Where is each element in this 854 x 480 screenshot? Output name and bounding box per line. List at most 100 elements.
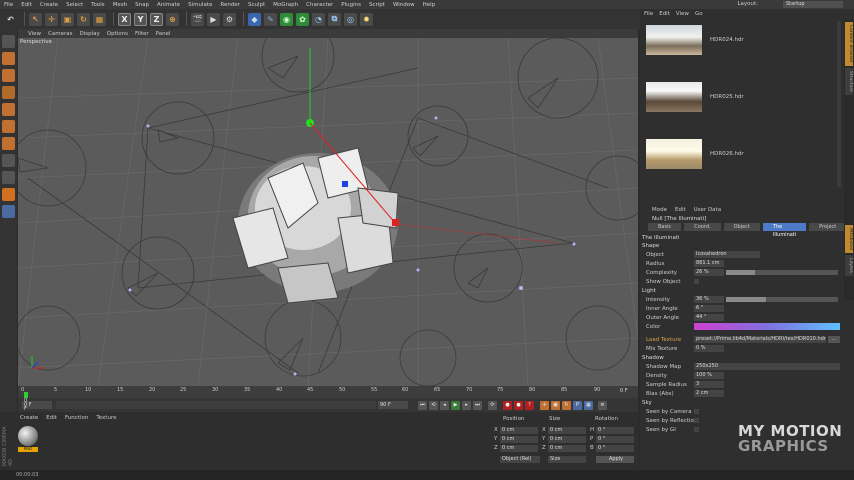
menu-render[interactable]: Render <box>220 2 240 8</box>
tab-object[interactable]: Object <box>723 223 760 231</box>
apply-button[interactable]: Apply <box>596 456 634 463</box>
object-select[interactable]: Icosahedron <box>694 251 760 258</box>
cb-menu-view[interactable]: View <box>676 11 689 17</box>
intensity-field[interactable]: 36 % <box>694 296 724 303</box>
viewport-menu-display[interactable]: Display <box>80 31 100 37</box>
browse-button[interactable]: … <box>828 336 840 343</box>
bend-deformer-icon[interactable]: ◔ <box>312 12 325 26</box>
coordinate-system-icon[interactable]: ⊕ <box>166 12 179 26</box>
menu-character[interactable]: Character <box>306 2 333 8</box>
shadow-map-select[interactable]: 250x250 <box>694 363 840 370</box>
go-to-start-icon[interactable]: ⏮ <box>418 401 427 410</box>
menu-create[interactable]: Create <box>40 2 58 8</box>
undo-icon[interactable]: ↶ <box>4 13 17 26</box>
pos-x-field[interactable]: 0 cm <box>500 427 538 434</box>
live-select-icon[interactable]: ↖ <box>29 12 42 26</box>
rotation-key-icon[interactable]: ↻ <box>562 401 571 410</box>
menu-window[interactable]: Window <box>393 2 415 8</box>
autokey-icon[interactable]: ● <box>514 401 523 410</box>
menu-select[interactable]: Select <box>66 2 83 8</box>
menu-file[interactable]: File <box>4 2 13 8</box>
y-axis-lock[interactable]: Y <box>134 12 147 26</box>
tab-project[interactable]: Project <box>809 223 847 231</box>
material-menu-create[interactable]: Create <box>20 415 38 421</box>
preview-range-slider[interactable] <box>56 401 376 409</box>
content-item[interactable]: HDR025.hdr <box>644 78 840 122</box>
perspective-viewport[interactable]: Perspective ✥ ⇕ ⟲ □ <box>18 38 638 386</box>
position-key-icon[interactable]: ✛ <box>540 401 549 410</box>
pla-key-icon[interactable]: ▦ <box>584 401 593 410</box>
cb-menu-edit[interactable]: Edit <box>659 11 670 17</box>
parameter-key-icon[interactable]: P <box>573 401 582 410</box>
pos-z-field[interactable]: 0 cm <box>500 445 538 452</box>
workplane-icon[interactable] <box>2 86 15 99</box>
size-x-field[interactable]: 0 cm <box>548 427 586 434</box>
cb-menu-file[interactable]: File <box>644 11 653 17</box>
material-menu-edit[interactable]: Edit <box>46 415 57 421</box>
menu-plugins[interactable]: Plugins <box>341 2 361 8</box>
prev-frame-icon[interactable]: ◂ <box>440 401 449 410</box>
sample-radius-field[interactable]: 3 <box>694 381 724 388</box>
play-icon[interactable]: ▶ <box>451 401 460 410</box>
next-frame-icon[interactable]: ▸ <box>462 401 471 410</box>
viewport-menu-filter[interactable]: Filter <box>135 31 149 37</box>
viewport-menu-view[interactable]: View <box>28 31 41 37</box>
snap-icon[interactable] <box>2 188 15 201</box>
subdivision-surface-icon[interactable]: ◉ <box>280 12 293 26</box>
axis-mode-icon[interactable] <box>2 154 15 167</box>
make-editable-icon[interactable] <box>2 35 15 48</box>
menu-tools[interactable]: Tools <box>91 2 105 8</box>
am-menu-edit[interactable]: Edit <box>675 207 686 213</box>
tab-layers[interactable]: Layers <box>845 254 853 276</box>
pos-y-field[interactable]: 0 cm <box>500 436 538 443</box>
menu-mesh[interactable]: Mesh <box>113 2 127 8</box>
bias-field[interactable]: 2 cm <box>694 390 724 397</box>
move-tool-icon[interactable]: ✛ <box>45 12 58 26</box>
density-field[interactable]: 100 % <box>694 372 724 379</box>
load-texture-path[interactable]: preset://Prime.lib4d/Materials/HDRI/tex/… <box>694 336 826 343</box>
intensity-slider[interactable] <box>726 297 838 302</box>
record-keyframe-icon[interactable]: ● <box>503 401 512 410</box>
menu-script[interactable]: Script <box>369 2 385 8</box>
am-menu-mode[interactable]: Mode <box>652 207 667 213</box>
go-to-end-icon[interactable]: ⏭ <box>473 401 482 410</box>
complexity-field[interactable]: 26 % <box>694 269 724 276</box>
seen-by-reflection-checkbox[interactable] <box>694 418 699 423</box>
tab-coord[interactable]: Coord. <box>684 223 721 231</box>
prev-key-icon[interactable]: ⟲ <box>429 401 438 410</box>
scale-key-icon[interactable]: ▣ <box>551 401 560 410</box>
viewport-menu-options[interactable]: Options <box>107 31 128 37</box>
size-mode-select[interactable]: Size <box>548 456 586 463</box>
size-y-field[interactable]: 0 cm <box>548 436 586 443</box>
menu-help[interactable]: Help <box>423 2 436 8</box>
tab-attributes[interactable]: Attributes <box>845 224 853 253</box>
menu-sculpt[interactable]: Sculpt <box>248 2 265 8</box>
polygons-mode-icon[interactable] <box>2 137 15 150</box>
mix-texture-field[interactable]: 0 % <box>694 345 724 352</box>
rotate-tool-icon[interactable]: ↻ <box>77 12 90 26</box>
x-axis-lock[interactable]: X <box>118 12 131 26</box>
coordinate-mode-select[interactable]: Object (Rel) <box>500 456 540 463</box>
material-name[interactable]: Mat <box>18 447 38 452</box>
radius-field[interactable]: 881.1 cm <box>694 260 724 267</box>
material-menu-function[interactable]: Function <box>65 415 88 421</box>
tab-the-illuminati[interactable]: The Illuminati <box>762 223 807 238</box>
z-axis-lock[interactable]: Z <box>150 12 163 26</box>
model-mode-icon[interactable] <box>2 52 15 65</box>
size-z-field[interactable]: 0 cm <box>548 445 586 452</box>
rot-h-field[interactable]: 0 ° <box>596 427 634 434</box>
outer-angle-field[interactable]: 44 ° <box>694 314 724 321</box>
tab-content-browser[interactable]: Content Browser <box>845 22 853 66</box>
color-gradient[interactable] <box>694 323 840 330</box>
loop-icon[interactable]: ⟳ <box>488 401 497 410</box>
viewport-menu-panel[interactable]: Panel <box>156 31 171 37</box>
viewport-menu-cameras[interactable]: Cameras <box>48 31 72 37</box>
content-item[interactable]: HDR024.hdr <box>644 21 840 65</box>
inner-angle-field[interactable]: 6 ° <box>694 305 724 312</box>
workplane-lock-icon[interactable] <box>2 205 15 218</box>
complexity-slider[interactable] <box>726 270 838 275</box>
points-mode-icon[interactable] <box>2 103 15 116</box>
am-menu-user-data[interactable]: User Data <box>694 207 721 213</box>
render-view-icon[interactable]: 🎬 <box>191 12 204 26</box>
cb-menu-go[interactable]: Go <box>695 11 703 17</box>
